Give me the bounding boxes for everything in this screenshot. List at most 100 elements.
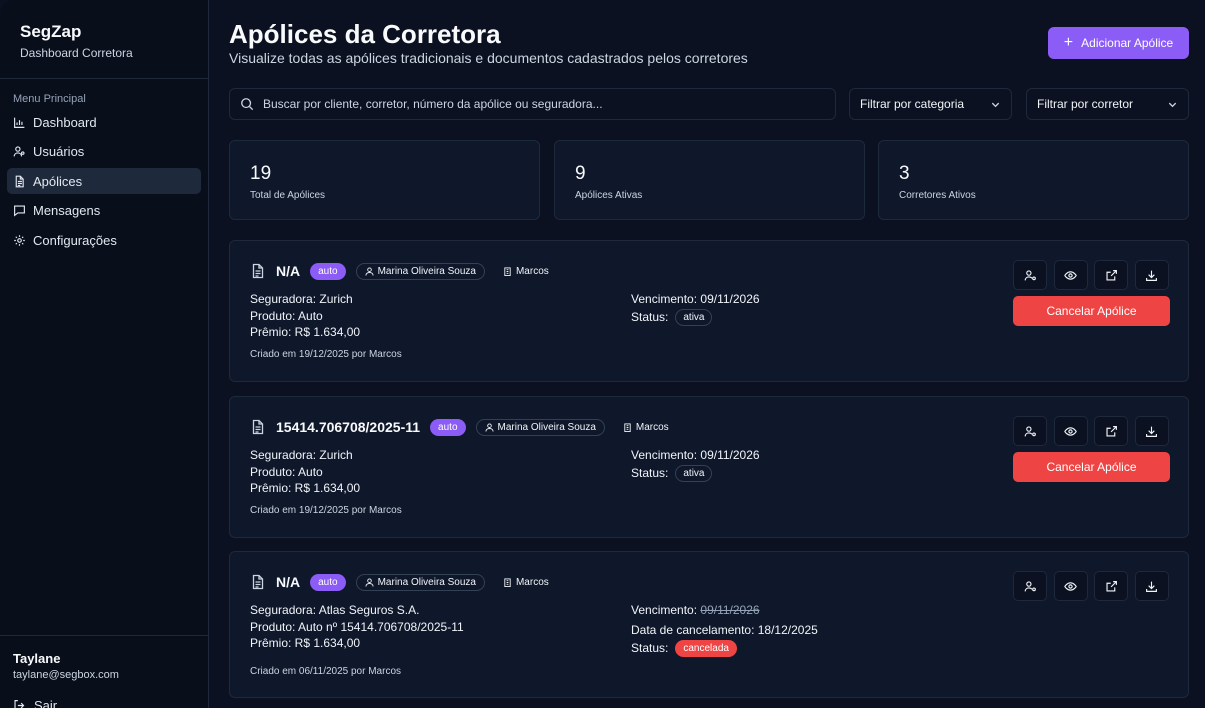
- user-settings-icon: [1024, 580, 1036, 591]
- broker-name: Marcos: [635, 421, 669, 433]
- broker-tag: Marcos: [503, 577, 549, 588]
- eye-icon: [1064, 270, 1077, 280]
- open-external-button[interactable]: [1094, 416, 1128, 446]
- insurer: Seguradora: Zurich: [250, 448, 353, 462]
- due-date-value: 09/11/2026: [700, 292, 760, 306]
- client-chip: Marina Oliveira Souza: [355, 573, 485, 591]
- stat-total-policies: 19 Total de Apólices: [229, 140, 540, 220]
- policy-number: N/A: [276, 263, 301, 279]
- policy-actions: [1013, 571, 1175, 601]
- product: Produto: Auto: [250, 308, 323, 323]
- policy-status-details: Vencimento: 09/11/2026 Status: ativa: [631, 447, 760, 482]
- brand-subtitle: Dashboard Corretora: [20, 46, 133, 60]
- category-filter-label: Filtrar por categoria: [860, 97, 965, 111]
- external-link-icon: [1105, 425, 1117, 437]
- status-row: Status: ativa: [631, 464, 760, 482]
- view-button[interactable]: [1053, 571, 1088, 601]
- logout-button[interactable]: Sair: [13, 698, 195, 708]
- open-external-button[interactable]: [1094, 571, 1128, 601]
- due-date-label: Vencimento:: [631, 292, 698, 306]
- status-badge: ativa: [675, 464, 713, 482]
- due-date: Vencimento: 09/11/2026: [631, 602, 818, 619]
- sidebar-item-label: Apólices: [33, 173, 83, 189]
- user-settings-icon: [1024, 269, 1036, 280]
- stat-value: 3: [899, 163, 910, 184]
- cancel-policy-button[interactable]: Cancelar Apólice: [1013, 452, 1170, 482]
- broker-name: Marcos: [515, 265, 549, 277]
- status-badge: cancelada: [675, 639, 737, 657]
- due-date-value: 09/11/2026: [700, 603, 760, 617]
- broker-name: Marcos: [515, 576, 549, 588]
- search-icon: [241, 98, 254, 111]
- category-filter[interactable]: Filtrar por categoria: [849, 88, 1012, 120]
- broker-filter[interactable]: Filtrar por corretor: [1026, 88, 1189, 120]
- sidebar-item-messages[interactable]: Mensagens: [7, 198, 201, 224]
- sidebar-item-settings[interactable]: Configurações: [7, 227, 201, 253]
- external-link-icon: [1105, 269, 1117, 281]
- download-button[interactable]: [1134, 571, 1169, 601]
- menu-label: Menu Principal: [13, 93, 86, 105]
- due-date-value: 09/11/2026: [700, 448, 760, 462]
- gear-icon: [14, 234, 25, 246]
- stat-active-brokers: 3 Corretores Ativos: [878, 140, 1189, 220]
- due-date: Vencimento: 09/11/2026: [631, 447, 760, 464]
- due-date-label: Vencimento:: [631, 448, 698, 462]
- download-icon: [1146, 426, 1157, 437]
- assign-user-button[interactable]: [1013, 571, 1047, 601]
- message-icon: [14, 205, 25, 217]
- chevron-down-icon: [991, 102, 1000, 107]
- status-row: Status: cancelada: [631, 639, 818, 657]
- search-input[interactable]: [263, 97, 835, 111]
- policy-header: N/A auto Marina Oliveira Souza Marcos: [250, 261, 549, 281]
- policy-actions: [1013, 416, 1175, 446]
- logout-icon: [14, 700, 25, 708]
- policy-header: 15414.706708/2025-11 auto Marina Oliveir…: [250, 417, 669, 437]
- premium: Prêmio: R$ 1.634,00: [250, 636, 361, 650]
- sidebar-item-policies[interactable]: Apólices: [7, 168, 201, 194]
- page-title: Apólices da Corretora: [229, 19, 501, 49]
- view-button[interactable]: [1053, 416, 1088, 446]
- broker-filter-label: Filtrar por corretor: [1037, 97, 1134, 111]
- sidebar-nav: Dashboard Usuários Apólices Mensagens Co…: [0, 109, 208, 253]
- open-external-button[interactable]: [1094, 260, 1128, 290]
- user-email: taylane@segbox.com: [13, 669, 119, 681]
- sidebar-item-users[interactable]: Usuários: [7, 139, 201, 165]
- stat-value: 19: [250, 163, 272, 184]
- user-box: Taylane taylane@segbox.com Sair: [0, 635, 208, 708]
- client-name: Marina Oliveira Souza: [497, 421, 596, 433]
- sidebar-item-label: Configurações: [33, 232, 117, 248]
- policy-status-details: Vencimento: 09/11/2026 Data de cancelame…: [631, 602, 818, 657]
- category-badge: auto: [310, 573, 346, 591]
- category-badge: auto: [430, 418, 466, 436]
- created-info: Criado em 19/12/2025 por Marcos: [250, 505, 402, 516]
- status-label: Status:: [631, 309, 669, 324]
- user-icon: [365, 266, 374, 276]
- broker-tag: Marcos: [503, 266, 549, 277]
- sidebar-item-dashboard[interactable]: Dashboard: [7, 109, 201, 135]
- sidebar-item-label: Dashboard: [33, 114, 97, 130]
- view-button[interactable]: [1053, 260, 1088, 290]
- policy-details: Seguradora: Zurich Produto: Auto Prêmio:…: [250, 291, 360, 341]
- download-icon: [1146, 270, 1157, 281]
- brand-title: SegZap: [20, 22, 82, 41]
- add-policy-button[interactable]: + Adicionar Apólice: [1048, 27, 1189, 59]
- assign-user-button[interactable]: [1013, 260, 1047, 290]
- broker-tag: Marcos: [623, 422, 669, 433]
- client-name: Marina Oliveira Souza: [377, 265, 476, 277]
- policy-details: Seguradora: Atlas Seguros S.A. Produto: …: [250, 602, 464, 652]
- building-icon: [504, 577, 511, 587]
- policy-card: N/A auto Marina Oliveira Souza Marcos Se…: [229, 551, 1189, 698]
- insurer: Seguradora: Atlas Seguros S.A.: [250, 603, 420, 617]
- cancel-policy-button[interactable]: Cancelar Apólice: [1013, 296, 1170, 326]
- product: Produto: Auto: [250, 464, 323, 479]
- status-row: Status: ativa: [631, 308, 760, 326]
- client-name: Marina Oliveira Souza: [377, 576, 476, 588]
- download-button[interactable]: [1134, 260, 1169, 290]
- eye-icon: [1064, 581, 1077, 591]
- stat-value: 9: [575, 163, 586, 184]
- user-icon: [365, 577, 374, 587]
- client-chip: Marina Oliveira Souza: [475, 418, 605, 436]
- stat-label: Corretores Ativos: [899, 190, 976, 201]
- assign-user-button[interactable]: [1013, 416, 1047, 446]
- download-button[interactable]: [1134, 416, 1169, 446]
